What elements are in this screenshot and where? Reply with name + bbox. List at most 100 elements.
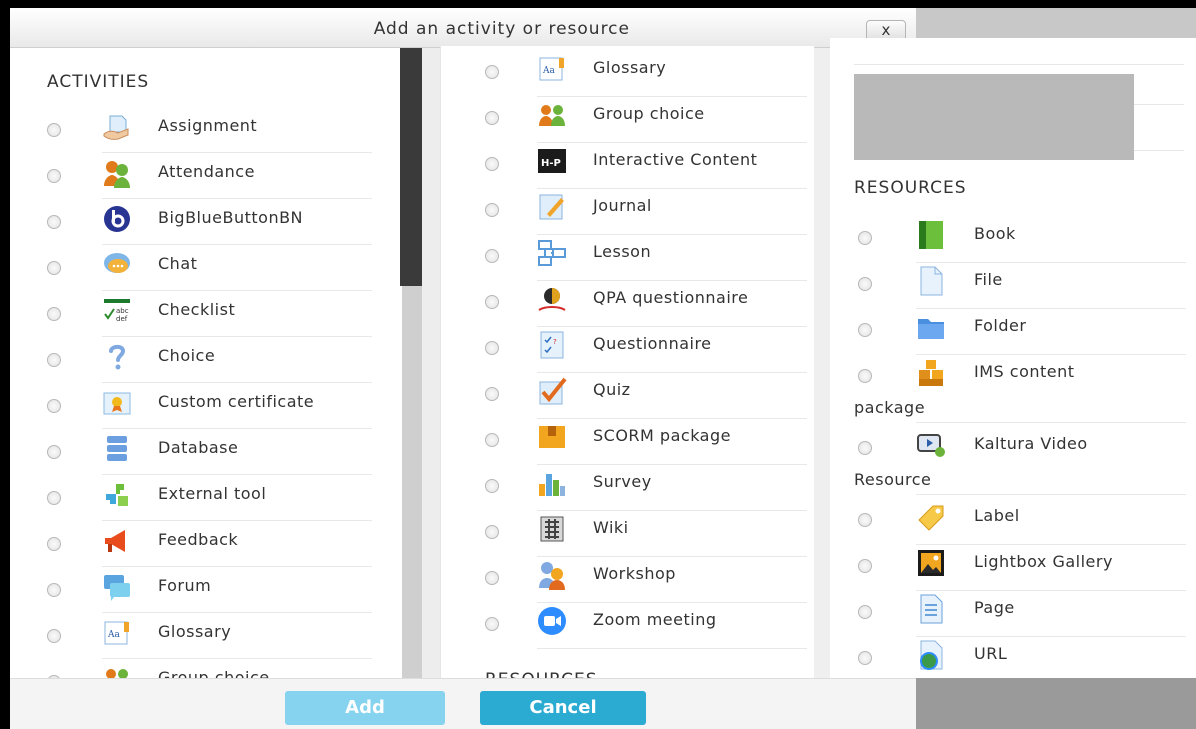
radio-button[interactable]: [47, 307, 61, 321]
list-item[interactable]: SCORM package: [441, 420, 741, 466]
list-item[interactable]: Book: [830, 218, 1130, 264]
separator: [916, 494, 1186, 495]
list-item[interactable]: Lightbox Gallery: [830, 546, 1130, 592]
list-item[interactable]: URL: [830, 638, 1130, 678]
list-item[interactable]: Choice: [10, 340, 310, 386]
radio-button[interactable]: [485, 111, 499, 125]
list-item[interactable]: IMS content: [830, 356, 1130, 402]
item-label: Custom certificate: [158, 392, 315, 411]
radio-button[interactable]: [485, 157, 499, 171]
item-label: Checklist: [158, 300, 236, 319]
list-item[interactable]: Quiz: [441, 374, 741, 420]
external-tool-icon: [106, 484, 128, 506]
list-item[interactable]: Kaltura Video: [830, 428, 1130, 474]
book-icon: [919, 221, 943, 249]
item-label: External tool: [158, 484, 267, 503]
radio-button[interactable]: [47, 123, 61, 137]
svg-text:Aa: Aa: [542, 66, 555, 76]
item-label: Book: [974, 224, 1016, 243]
list-item[interactable]: Attendance: [10, 156, 310, 202]
radio-button[interactable]: [47, 629, 61, 643]
separator: [916, 544, 1186, 545]
radio-button[interactable]: [485, 571, 499, 585]
radio-button[interactable]: [47, 583, 61, 597]
radio-button[interactable]: [47, 215, 61, 229]
list-item[interactable]: Chat: [10, 248, 310, 294]
radio-button[interactable]: [485, 387, 499, 401]
radio-button[interactable]: [858, 277, 872, 291]
activities-panel[interactable]: ACTIVITIES Assignment Attendance BigBlue…: [10, 48, 402, 678]
list-item[interactable]: Assignment: [10, 110, 310, 156]
separator: [537, 188, 807, 189]
chat-icon: [104, 253, 130, 273]
resources-panel[interactable]: RESOURCES Book File Folder IMS content p…: [830, 38, 1196, 678]
list-item[interactable]: Feedback: [10, 524, 310, 570]
panel-gap: [814, 48, 830, 678]
radio-button[interactable]: [858, 369, 872, 383]
radio-button[interactable]: [485, 65, 499, 79]
list-item[interactable]: Survey: [441, 466, 741, 512]
list-item[interactable]: Label: [830, 500, 1130, 546]
database-icon: [107, 436, 127, 461]
radio-button[interactable]: [485, 295, 499, 309]
separator: [102, 382, 372, 383]
list-item[interactable]: Wiki: [441, 512, 741, 558]
separator: [854, 64, 1184, 65]
list-item[interactable]: Custom certificate: [10, 386, 314, 432]
activities-scrolled-panel[interactable]: Aa Glossary Group choice H-P Interactive…: [440, 46, 814, 678]
radio-button[interactable]: [858, 651, 872, 665]
list-item[interactable]: Database: [10, 432, 310, 478]
radio-button[interactable]: [858, 231, 872, 245]
list-item[interactable]: File: [830, 264, 1130, 310]
list-item[interactable]: Page: [830, 592, 1130, 638]
quiz-icon: [539, 377, 567, 405]
item-label: Lesson: [593, 242, 652, 261]
list-item[interactable]: Folder: [830, 310, 1130, 356]
add-button[interactable]: Add: [285, 691, 445, 725]
radio-button[interactable]: [47, 169, 61, 183]
list-item[interactable]: Aa Glossary: [10, 616, 310, 662]
radio-button[interactable]: [47, 399, 61, 413]
list-item[interactable]: Forum: [10, 570, 310, 616]
list-item[interactable]: ? Questionnaire: [441, 328, 741, 374]
radio-button[interactable]: [47, 445, 61, 459]
scrollbar-thumb[interactable]: [400, 48, 422, 286]
radio-button[interactable]: [47, 261, 61, 275]
cancel-button[interactable]: Cancel: [480, 691, 646, 725]
radio-button[interactable]: [47, 491, 61, 505]
separator: [916, 262, 1186, 263]
radio-button[interactable]: [485, 479, 499, 493]
list-item[interactable]: Lesson: [441, 236, 741, 282]
radio-button[interactable]: [485, 203, 499, 217]
radio-button[interactable]: [858, 559, 872, 573]
list-item[interactable]: H-P Interactive Content: [441, 144, 757, 190]
radio-button[interactable]: [485, 249, 499, 263]
radio-button[interactable]: [485, 617, 499, 631]
list-item[interactable]: Group choice: [441, 98, 741, 144]
radio-button[interactable]: [485, 341, 499, 355]
list-item[interactable]: Aa Glossary: [441, 52, 741, 98]
list-item[interactable]: Journal: [441, 190, 741, 236]
list-item[interactable]: QPA questionnaire: [441, 282, 748, 328]
assignment-icon: [103, 115, 129, 140]
separator: [102, 612, 372, 613]
separator: [102, 474, 372, 475]
list-item[interactable]: Zoom meeting: [441, 604, 741, 650]
item-label: Label: [974, 506, 1020, 525]
separator: [537, 326, 807, 327]
radio-button[interactable]: [47, 537, 61, 551]
radio-button[interactable]: [858, 441, 872, 455]
item-label: Wiki: [593, 518, 629, 537]
list-item[interactable]: BigBlueButtonBN: [10, 202, 310, 248]
list-item[interactable]: Group choice: [10, 662, 310, 678]
radio-button[interactable]: [485, 433, 499, 447]
list-item[interactable]: Workshop: [441, 558, 741, 604]
radio-button[interactable]: [858, 513, 872, 527]
radio-button[interactable]: [485, 525, 499, 539]
list-item[interactable]: External tool: [10, 478, 310, 524]
radio-button[interactable]: [858, 605, 872, 619]
radio-button[interactable]: [858, 323, 872, 337]
list-item[interactable]: abc def Checklist: [10, 294, 310, 340]
radio-button[interactable]: [47, 353, 61, 367]
kaltura-icon: [917, 434, 945, 457]
